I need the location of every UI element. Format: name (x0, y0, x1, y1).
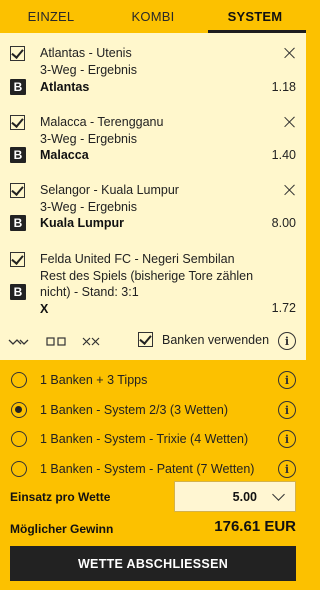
bank-badge-icon[interactable]: B (10, 147, 26, 163)
bet-select-checkbox[interactable] (10, 46, 25, 61)
system-option-label: 1 Banken - System 2/3 (3 Wetten) (40, 403, 229, 417)
bet-odds: 8.00 (271, 216, 296, 230)
place-bet-button[interactable]: WETTE ABSCHLIESSEN (10, 546, 296, 581)
radio-button[interactable] (11, 461, 27, 477)
bank-badge-icon[interactable]: B (10, 79, 26, 95)
close-icon[interactable] (284, 116, 296, 128)
bet-market: nicht) - Stand: 3:1 (40, 285, 139, 299)
combine-lines-icon[interactable] (8, 338, 30, 346)
stake-select[interactable]: 5.00 (174, 481, 296, 512)
radio-button[interactable] (11, 372, 27, 388)
close-icon[interactable] (284, 184, 296, 196)
bet-market: 3-Weg - Ergebnis (40, 200, 138, 214)
info-icon[interactable]: i (278, 332, 296, 350)
bank-badge-icon[interactable]: B (10, 215, 26, 231)
bet-pick: Malacca (40, 148, 89, 162)
radio-button[interactable] (11, 402, 27, 418)
bet-select-checkbox[interactable] (10, 183, 25, 198)
system-option[interactable]: 1 Banken - System - Trixie (4 Wetten) i (0, 426, 306, 456)
system-option[interactable]: 1 Banken + 3 Tipps i (0, 366, 306, 396)
chevron-down-icon (272, 488, 285, 501)
bet-match: Selangor - Kuala Lumpur (40, 183, 179, 197)
bet-odds: 1.40 (271, 148, 296, 162)
bet-type-tabs: EINZEL KOMBI SYSTEM (0, 0, 306, 33)
stake-value: 5.00 (232, 490, 257, 504)
stake-label: Einsatz pro Wette (10, 490, 111, 504)
possible-winnings-value: 176.61 EUR (214, 518, 296, 535)
bet-select-checkbox[interactable] (10, 252, 25, 267)
bet-pick: X (40, 302, 49, 316)
tab-einzel[interactable]: EINZEL (0, 0, 102, 33)
system-option[interactable]: 1 Banken - System 2/3 (3 Wetten) i (0, 396, 306, 426)
bet-pick: Atlantas (40, 80, 90, 94)
close-icon[interactable] (284, 47, 296, 59)
possible-winnings-label: Möglicher Gewinn (10, 522, 114, 536)
bet-match: Atlantas - Utenis (40, 46, 132, 60)
info-icon[interactable]: i (278, 371, 296, 389)
bet-match: Felda United FC - Negeri Sembilan (40, 252, 235, 266)
use-banks-checkbox[interactable] (138, 332, 153, 347)
bet-select-checkbox[interactable] (10, 115, 25, 130)
bet-match: Malacca - Terengganu (40, 115, 164, 129)
system-option-label: 1 Banken - System - Patent (7 Wetten) (40, 462, 255, 476)
radio-button[interactable] (11, 431, 27, 447)
bet-market: 3-Weg - Ergebnis (40, 132, 138, 146)
clear-all-icon[interactable] (82, 337, 100, 346)
bet-pick: Kuala Lumpur (40, 216, 125, 230)
bank-badge-icon[interactable]: B (10, 284, 26, 300)
info-icon[interactable]: i (278, 401, 296, 419)
bet-odds: 1.18 (271, 80, 296, 94)
use-banks-label: Banken verwenden (162, 333, 270, 347)
system-option-label: 1 Banken + 3 Tipps (40, 373, 148, 387)
tab-system[interactable]: SYSTEM (204, 0, 306, 33)
tab-kombi[interactable]: KOMBI (102, 0, 204, 33)
info-icon[interactable]: i (278, 430, 296, 448)
system-option-label: 1 Banken - System - Trixie (4 Wetten) (40, 432, 249, 446)
bet-market: Rest des Spiels (bisherige Tore zählen (40, 269, 254, 283)
info-icon[interactable]: i (278, 460, 296, 478)
bet-market: 3-Weg - Ergebnis (40, 63, 138, 77)
square-pair-icon[interactable] (46, 337, 66, 346)
bet-odds: 1.72 (271, 301, 296, 315)
